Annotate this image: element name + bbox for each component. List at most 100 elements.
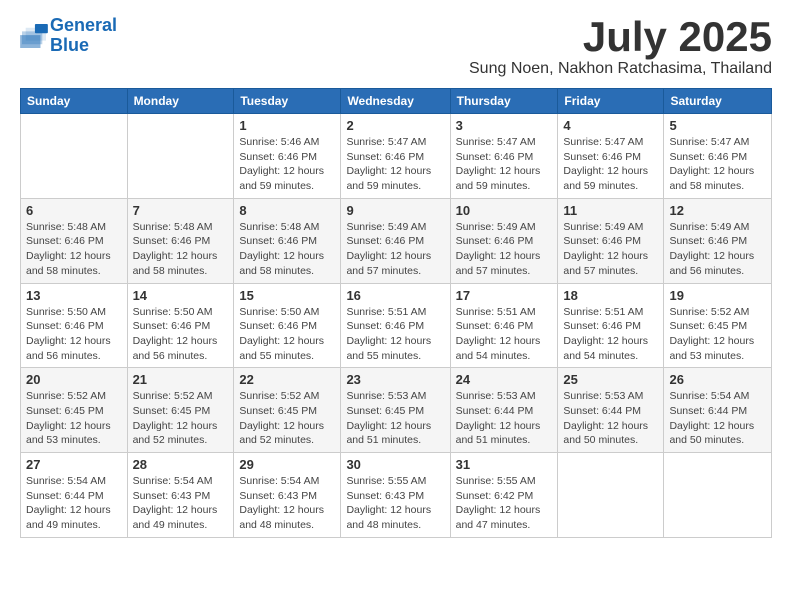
day-number: 20 (26, 372, 122, 387)
page: General Blue July 2025 Sung Noen, Nakhon… (0, 0, 792, 554)
day-number: 7 (133, 203, 229, 218)
calendar-cell (558, 453, 664, 538)
calendar-cell: 9 Sunrise: 5:49 AM Sunset: 6:46 PM Daylig… (341, 198, 450, 283)
calendar-cell: 29 Sunrise: 5:54 AM Sunset: 6:43 PM Dayli… (234, 453, 341, 538)
day-info: Sunrise: 5:52 AM Sunset: 6:45 PM Dayligh… (26, 389, 122, 448)
day-number: 18 (563, 288, 658, 303)
col-header-wednesday: Wednesday (341, 89, 450, 114)
calendar-cell: 5Sunrise: 5:47 AM Sunset: 6:46 PM Daylig… (664, 114, 772, 199)
day-info: Sunrise: 5:52 AM Sunset: 6:45 PM Dayligh… (239, 389, 335, 448)
calendar-cell: 24Sunrise: 5:53 AM Sunset: 6:44 PM Dayli… (450, 368, 558, 453)
day-number: 12 (669, 203, 766, 218)
day-info: Sunrise: 5:50 AM Sunset: 6:46 PM Dayligh… (239, 305, 335, 364)
day-number: 16 (346, 288, 444, 303)
calendar-cell: 12Sunrise: 5:49 AM Sunset: 6:46 PM Dayli… (664, 198, 772, 283)
calendar-week-3: 13 Sunrise: 5:50 AM Sunset: 6:46 PM Dayli… (21, 283, 772, 368)
day-number: 23 (346, 372, 444, 387)
day-number: 13 (26, 288, 122, 303)
logo: General Blue (20, 16, 117, 56)
day-number: 1 (239, 118, 335, 133)
day-info: Sunrise: 5:54 AM Sunset: 6:44 PM Dayligh… (26, 474, 122, 533)
day-info: Sunrise: 5:54 AM Sunset: 6:43 PM Dayligh… (239, 474, 335, 533)
day-number: 10 (456, 203, 553, 218)
day-info: Sunrise: 5:51 AM Sunset: 6:46 PM Dayligh… (563, 305, 658, 364)
header: General Blue July 2025 Sung Noen, Nakhon… (20, 16, 772, 78)
logo-blue: Blue (50, 35, 89, 55)
calendar-cell (664, 453, 772, 538)
calendar-week-5: 27 Sunrise: 5:54 AM Sunset: 6:44 PM Dayli… (21, 453, 772, 538)
day-number: 3 (456, 118, 553, 133)
day-number: 15 (239, 288, 335, 303)
calendar-cell: 21Sunrise: 5:52 AM Sunset: 6:45 PM Dayli… (127, 368, 234, 453)
day-number: 24 (456, 372, 553, 387)
calendar-cell: 25 Sunrise: 5:53 AM Sunset: 6:44 PM Dayli… (558, 368, 664, 453)
calendar-cell: 19 Sunrise: 5:52 AM Sunset: 6:45 PM Dayli… (664, 283, 772, 368)
calendar-cell: 8Sunrise: 5:48 AM Sunset: 6:46 PM Daylig… (234, 198, 341, 283)
col-header-sunday: Sunday (21, 89, 128, 114)
day-info: Sunrise: 5:51 AM Sunset: 6:46 PM Dayligh… (346, 305, 444, 364)
day-number: 31 (456, 457, 553, 472)
calendar-cell: 18 Sunrise: 5:51 AM Sunset: 6:46 PM Dayli… (558, 283, 664, 368)
calendar-cell: 30Sunrise: 5:55 AM Sunset: 6:43 PM Dayli… (341, 453, 450, 538)
day-number: 14 (133, 288, 229, 303)
day-info: Sunrise: 5:49 AM Sunset: 6:46 PM Dayligh… (563, 220, 658, 279)
day-number: 6 (26, 203, 122, 218)
day-info: Sunrise: 5:47 AM Sunset: 6:46 PM Dayligh… (346, 135, 444, 194)
day-number: 22 (239, 372, 335, 387)
day-info: Sunrise: 5:48 AM Sunset: 6:46 PM Dayligh… (239, 220, 335, 279)
calendar-cell: 27 Sunrise: 5:54 AM Sunset: 6:44 PM Dayli… (21, 453, 128, 538)
day-info: Sunrise: 5:53 AM Sunset: 6:45 PM Dayligh… (346, 389, 444, 448)
calendar-cell: 11Sunrise: 5:49 AM Sunset: 6:46 PM Dayli… (558, 198, 664, 283)
calendar-cell: 26 Sunrise: 5:54 AM Sunset: 6:44 PM Dayli… (664, 368, 772, 453)
day-number: 17 (456, 288, 553, 303)
day-number: 28 (133, 457, 229, 472)
day-info: Sunrise: 5:54 AM Sunset: 6:43 PM Dayligh… (133, 474, 229, 533)
col-header-friday: Friday (558, 89, 664, 114)
day-number: 19 (669, 288, 766, 303)
calendar-week-1: 1 Sunrise: 5:46 AM Sunset: 6:46 PM Daylig… (21, 114, 772, 199)
calendar-cell: 7Sunrise: 5:48 AM Sunset: 6:46 PM Daylig… (127, 198, 234, 283)
calendar-cell: 2 Sunrise: 5:47 AM Sunset: 6:46 PM Daylig… (341, 114, 450, 199)
calendar-cell: 3 Sunrise: 5:47 AM Sunset: 6:46 PM Daylig… (450, 114, 558, 199)
calendar-cell: 14 Sunrise: 5:50 AM Sunset: 6:46 PM Dayli… (127, 283, 234, 368)
day-number: 25 (563, 372, 658, 387)
logo-icon (20, 24, 48, 48)
calendar-cell (21, 114, 128, 199)
month-title: July 2025 (469, 16, 772, 58)
day-info: Sunrise: 5:46 AM Sunset: 6:46 PM Dayligh… (239, 135, 335, 194)
day-info: Sunrise: 5:49 AM Sunset: 6:46 PM Dayligh… (346, 220, 444, 279)
day-number: 5 (669, 118, 766, 133)
day-info: Sunrise: 5:52 AM Sunset: 6:45 PM Dayligh… (133, 389, 229, 448)
location-title: Sung Noen, Nakhon Ratchasima, Thailand (469, 60, 772, 78)
day-number: 2 (346, 118, 444, 133)
col-header-monday: Monday (127, 89, 234, 114)
calendar-cell: 17 Sunrise: 5:51 AM Sunset: 6:46 PM Dayli… (450, 283, 558, 368)
logo-text: General Blue (50, 16, 117, 56)
day-info: Sunrise: 5:52 AM Sunset: 6:45 PM Dayligh… (669, 305, 766, 364)
calendar-week-4: 20 Sunrise: 5:52 AM Sunset: 6:45 PM Dayli… (21, 368, 772, 453)
calendar-cell: 23 Sunrise: 5:53 AM Sunset: 6:45 PM Dayli… (341, 368, 450, 453)
day-info: Sunrise: 5:47 AM Sunset: 6:46 PM Dayligh… (563, 135, 658, 194)
logo-general: General (50, 15, 117, 35)
calendar-cell: 1 Sunrise: 5:46 AM Sunset: 6:46 PM Daylig… (234, 114, 341, 199)
day-info: Sunrise: 5:49 AM Sunset: 6:46 PM Dayligh… (456, 220, 553, 279)
col-header-tuesday: Tuesday (234, 89, 341, 114)
calendar-header-row: SundayMondayTuesdayWednesdayThursdayFrid… (21, 89, 772, 114)
day-info: Sunrise: 5:53 AM Sunset: 6:44 PM Dayligh… (563, 389, 658, 448)
day-info: Sunrise: 5:47 AM Sunset: 6:46 PM Dayligh… (456, 135, 553, 194)
col-header-saturday: Saturday (664, 89, 772, 114)
day-info: Sunrise: 5:51 AM Sunset: 6:46 PM Dayligh… (456, 305, 553, 364)
calendar-cell: 31Sunrise: 5:55 AM Sunset: 6:42 PM Dayli… (450, 453, 558, 538)
day-number: 27 (26, 457, 122, 472)
day-number: 26 (669, 372, 766, 387)
calendar-week-2: 6 Sunrise: 5:48 AM Sunset: 6:46 PM Daylig… (21, 198, 772, 283)
day-info: Sunrise: 5:50 AM Sunset: 6:46 PM Dayligh… (133, 305, 229, 364)
col-header-thursday: Thursday (450, 89, 558, 114)
calendar-cell: 13 Sunrise: 5:50 AM Sunset: 6:46 PM Dayli… (21, 283, 128, 368)
day-info: Sunrise: 5:55 AM Sunset: 6:43 PM Dayligh… (346, 474, 444, 533)
day-info: Sunrise: 5:50 AM Sunset: 6:46 PM Dayligh… (26, 305, 122, 364)
calendar-cell: 20 Sunrise: 5:52 AM Sunset: 6:45 PM Dayli… (21, 368, 128, 453)
day-number: 9 (346, 203, 444, 218)
day-info: Sunrise: 5:54 AM Sunset: 6:44 PM Dayligh… (669, 389, 766, 448)
day-number: 29 (239, 457, 335, 472)
